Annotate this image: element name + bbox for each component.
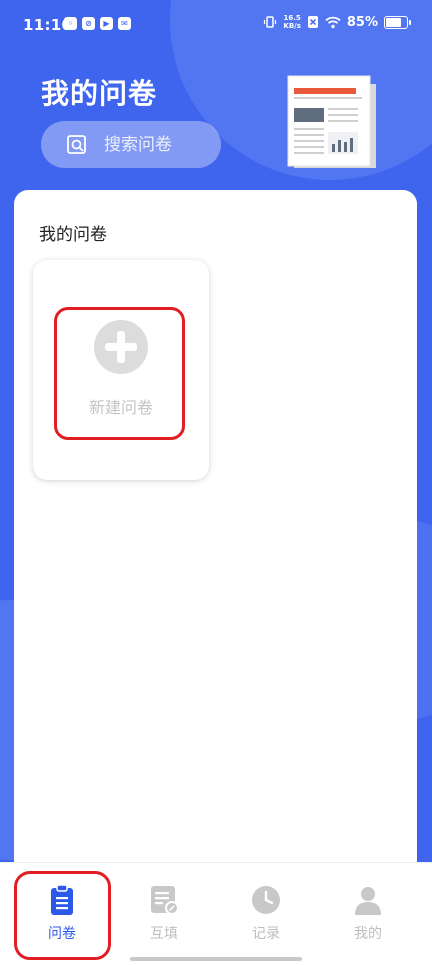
message-notification-icon: ✉ [118,17,131,30]
page-title: 我的问卷 [41,77,158,110]
battery-icon [384,15,411,29]
status-right: 16.5 KB/s 85% [263,14,411,30]
user-icon [355,887,381,915]
app-notification-icon: ◦ [64,17,77,30]
battery-fill [386,17,401,27]
search-input[interactable] [102,133,216,156]
nav-label-mine: 我的 [354,926,382,942]
surveys-card: 我的问卷 新建问卷 [14,190,417,950]
edit-form-icon [151,886,179,915]
home-indicator[interactable] [130,957,302,961]
notification-icons: ◦ ⊘ ▶ ✉ [64,17,131,30]
nav-tab-mine[interactable]: 我的 [338,883,398,943]
clock-icon [252,886,280,914]
status-bar: 11:10 ◦ ⊘ ▶ ✉ 16.5 KB/s 85% [0,0,432,52]
nav-label-mutual-fill: 互填 [150,926,178,942]
battery-percent: 85% [346,14,378,30]
net-speed: 16.5 KB/s [283,14,300,30]
wifi-icon [325,16,341,28]
section-title: 我的问卷 [39,225,107,245]
net-speed-unit: KB/s [283,22,301,30]
nav-label-records: 记录 [252,926,280,942]
no-sim-icon [307,16,318,28]
highlight-survey-tab [14,871,111,960]
highlight-new-survey [54,307,185,440]
app-notification-icon: ⊘ [82,17,95,30]
nav-tab-records[interactable]: 记录 [236,883,296,943]
newspaper-illustration [287,75,376,168]
search-bar[interactable] [41,121,221,168]
search-document-icon [67,134,86,154]
nav-tab-mutual-fill[interactable]: 互填 [134,883,194,943]
net-speed-value: 16.5 [283,14,301,22]
play-notification-icon: ▶ [100,17,113,30]
vibrate-icon [264,16,277,28]
